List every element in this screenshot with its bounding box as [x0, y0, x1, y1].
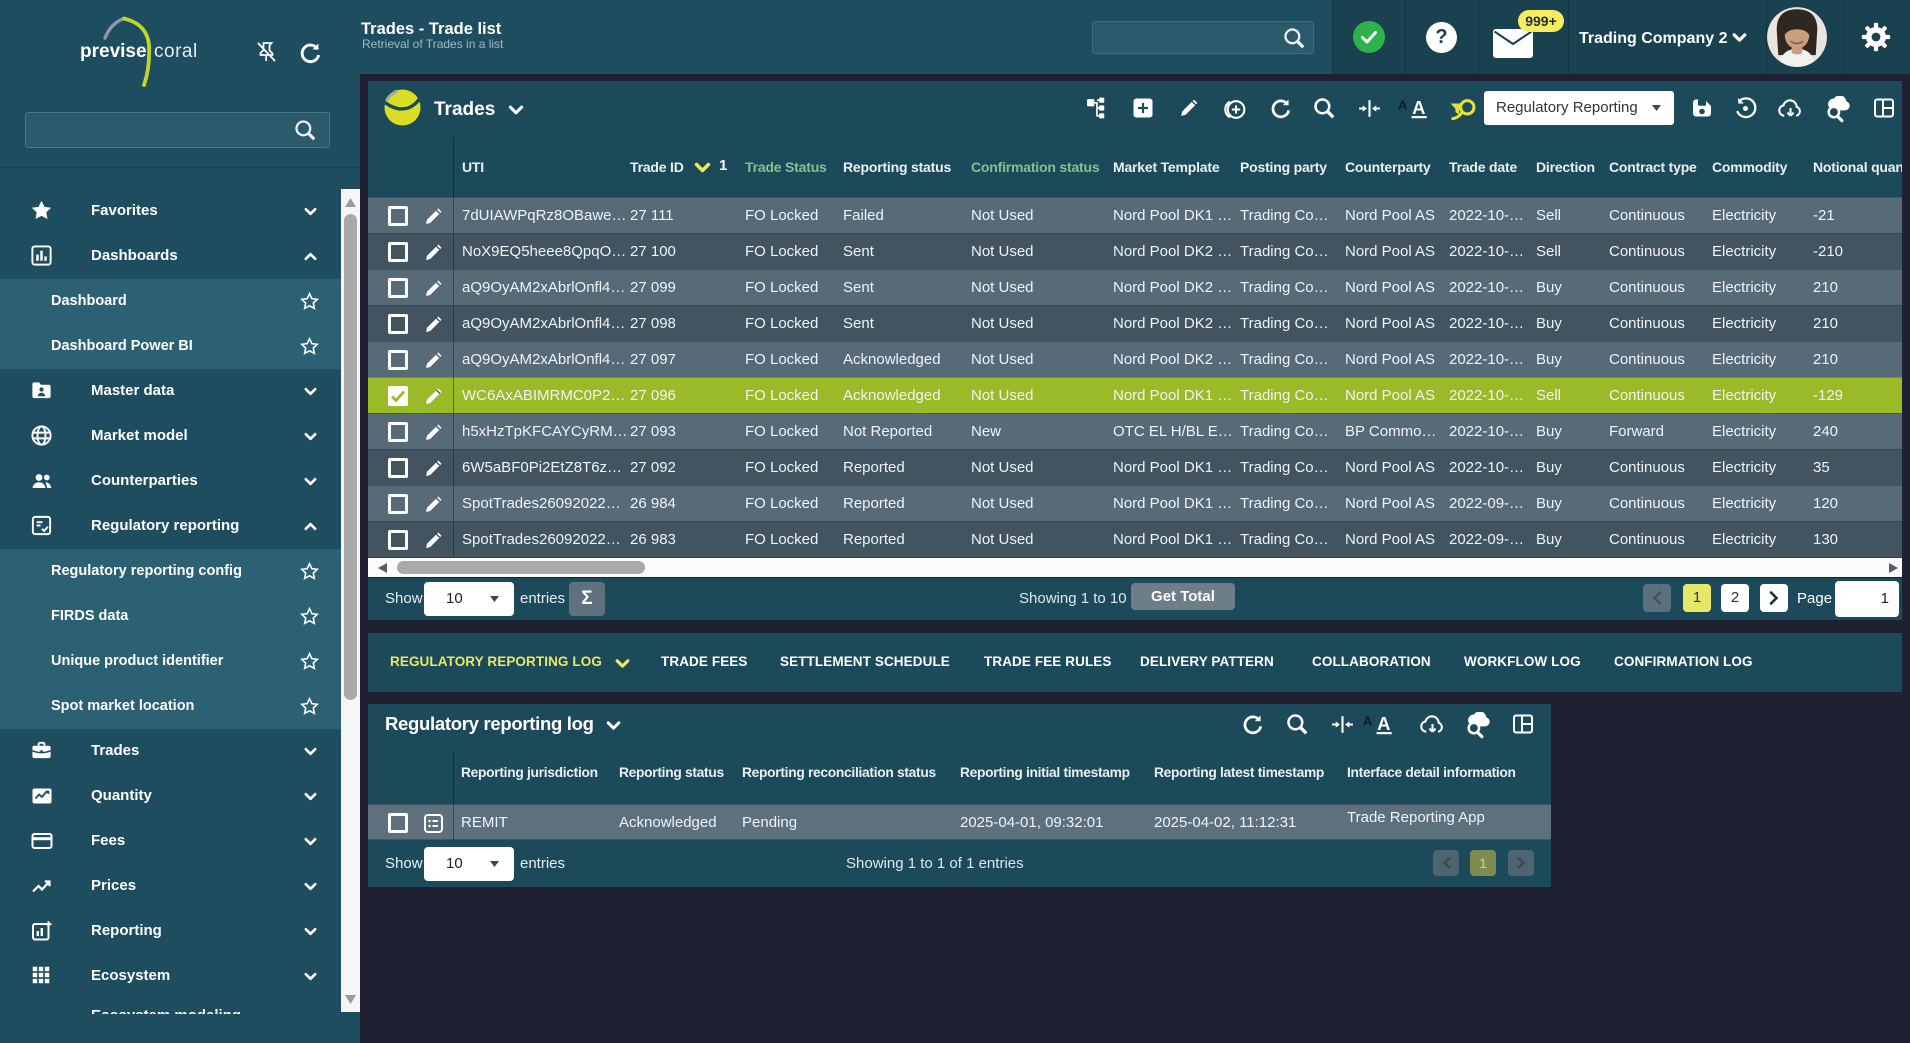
svg-text:A: A [1377, 713, 1390, 734]
svg-text:A: A [1363, 714, 1373, 729]
svg-text:A: A [1412, 97, 1425, 118]
svg-text:A: A [1398, 98, 1408, 113]
